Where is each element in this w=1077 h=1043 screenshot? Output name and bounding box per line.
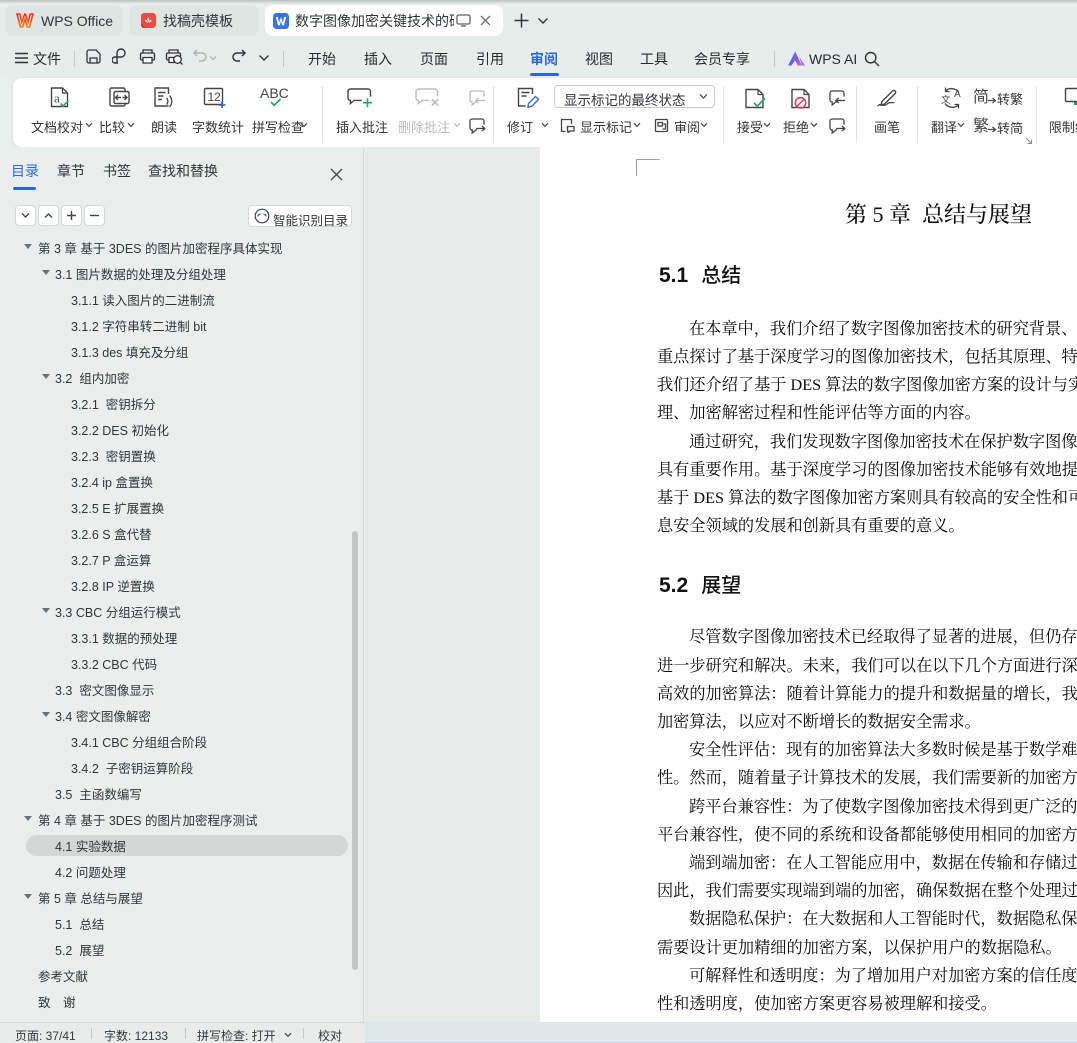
svg-text:A: A: [954, 89, 961, 100]
svg-text:文: 文: [941, 94, 951, 106]
svg-text:12: 12: [208, 90, 222, 104]
svg-text:ABC: ABC: [260, 85, 289, 101]
svg-text:a: a: [54, 91, 60, 106]
